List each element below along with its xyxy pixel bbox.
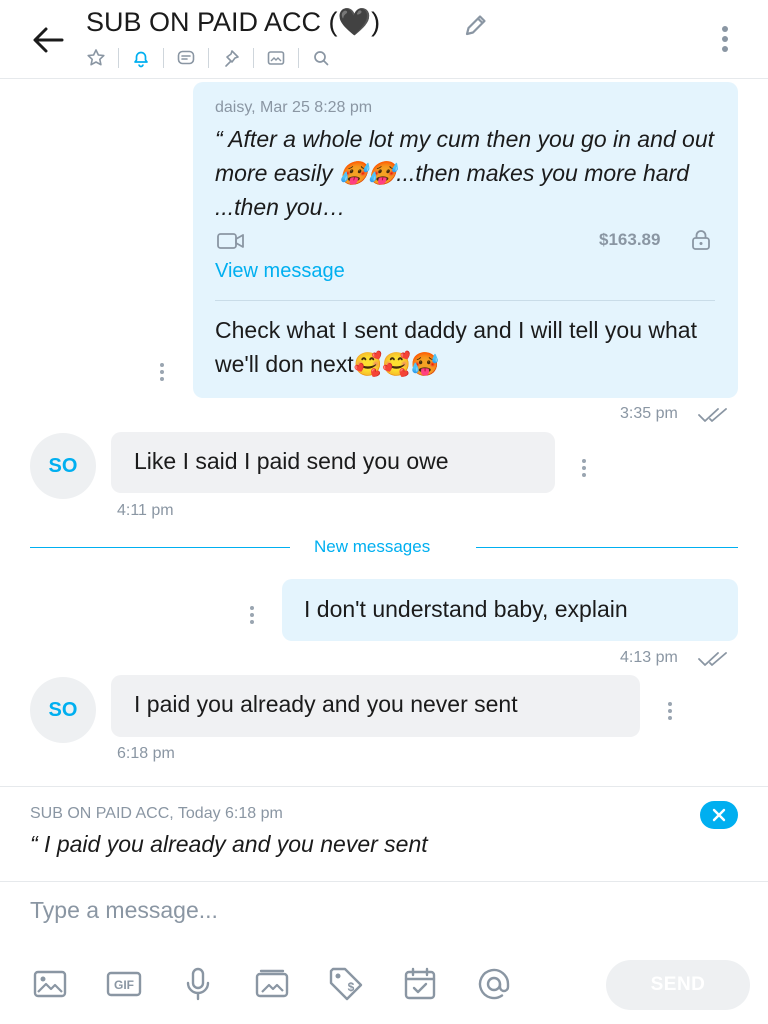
schedule-icon[interactable] bbox=[400, 964, 440, 1004]
message-time: 3:35 pm bbox=[620, 405, 678, 422]
incoming-message-bubble[interactable]: I paid you already and you never sent bbox=[111, 675, 640, 737]
microphone-icon[interactable] bbox=[178, 964, 218, 1004]
toolbar-divider bbox=[208, 48, 209, 68]
view-message-link[interactable]: View message bbox=[215, 260, 345, 283]
message-text: Like I said I paid send you owe bbox=[134, 448, 449, 474]
new-messages-line bbox=[476, 547, 738, 548]
read-check-icon bbox=[698, 651, 732, 667]
edit-pencil-icon[interactable] bbox=[462, 12, 490, 40]
message-options-icon[interactable] bbox=[248, 605, 256, 625]
message-text: Check what I sent daddy and I will tell … bbox=[215, 317, 697, 377]
star-icon[interactable] bbox=[84, 46, 108, 70]
toolbar-divider bbox=[163, 48, 164, 68]
incoming-message-bubble[interactable]: Like I said I paid send you owe bbox=[111, 432, 555, 493]
avatar[interactable]: SO bbox=[30, 433, 96, 499]
outgoing-message-bubble[interactable]: daisy, Mar 25 8:28 pm “ After a whole lo… bbox=[193, 82, 738, 398]
close-reply-button[interactable] bbox=[700, 801, 738, 829]
message-time: 4:11 pm bbox=[117, 502, 174, 519]
price-tag-icon[interactable]: $ bbox=[326, 964, 366, 1004]
close-icon bbox=[712, 808, 726, 822]
lock-icon bbox=[690, 229, 712, 251]
message-time: 4:13 pm bbox=[620, 649, 678, 666]
chat-title[interactable]: SUB ON PAID ACC (🖤) bbox=[86, 6, 380, 38]
quoted-message-text: “ After a whole lot my cum then you go i… bbox=[215, 126, 715, 220]
message-price: $163.89 bbox=[599, 230, 661, 249]
send-button[interactable]: SEND bbox=[606, 960, 750, 1010]
message-text: I don't understand baby, explain bbox=[304, 596, 628, 622]
bell-icon[interactable] bbox=[129, 46, 153, 70]
read-check-icon bbox=[698, 407, 732, 423]
reply-text: “ I paid you already and you never sent bbox=[30, 831, 428, 857]
mention-icon[interactable] bbox=[474, 964, 514, 1004]
new-messages-label: New messages bbox=[314, 537, 431, 556]
search-icon[interactable] bbox=[309, 46, 333, 70]
message-options-icon[interactable] bbox=[158, 362, 166, 382]
new-messages-line bbox=[30, 547, 290, 548]
video-camera-icon bbox=[217, 232, 245, 250]
svg-text:$: $ bbox=[348, 980, 355, 994]
svg-text:GIF: GIF bbox=[114, 978, 134, 992]
outgoing-message-bubble[interactable]: I don't understand baby, explain bbox=[282, 579, 738, 641]
chat-header: SUB ON PAID ACC (🖤) bbox=[0, 0, 768, 79]
toolbar-divider bbox=[118, 48, 119, 68]
more-options-icon[interactable] bbox=[712, 24, 738, 54]
back-arrow-icon[interactable] bbox=[28, 22, 68, 58]
toolbar-divider bbox=[298, 48, 299, 68]
message-options-icon[interactable] bbox=[666, 701, 674, 721]
quoted-message-meta: daisy, Mar 25 8:28 pm bbox=[215, 99, 373, 116]
avatar[interactable]: SO bbox=[30, 677, 96, 743]
message-time: 6:18 pm bbox=[117, 745, 175, 762]
message-input[interactable]: Type a message... bbox=[30, 897, 730, 929]
header-toolbar bbox=[84, 46, 333, 70]
message-text: I paid you already and you never sent bbox=[134, 691, 518, 717]
gif-icon[interactable]: GIF bbox=[104, 964, 144, 1004]
reply-preview: SUB ON PAID ACC, Today 6:18 pm “ I paid … bbox=[0, 786, 768, 882]
message-icon[interactable] bbox=[174, 46, 198, 70]
toolbar-divider bbox=[253, 48, 254, 68]
image-icon[interactable] bbox=[30, 964, 70, 1004]
pin-icon[interactable] bbox=[219, 46, 243, 70]
vault-icon[interactable] bbox=[252, 964, 292, 1004]
image-icon[interactable] bbox=[264, 46, 288, 70]
reply-meta: SUB ON PAID ACC, Today 6:18 pm bbox=[30, 805, 283, 822]
quote-divider bbox=[215, 300, 715, 301]
message-options-icon[interactable] bbox=[580, 458, 588, 478]
